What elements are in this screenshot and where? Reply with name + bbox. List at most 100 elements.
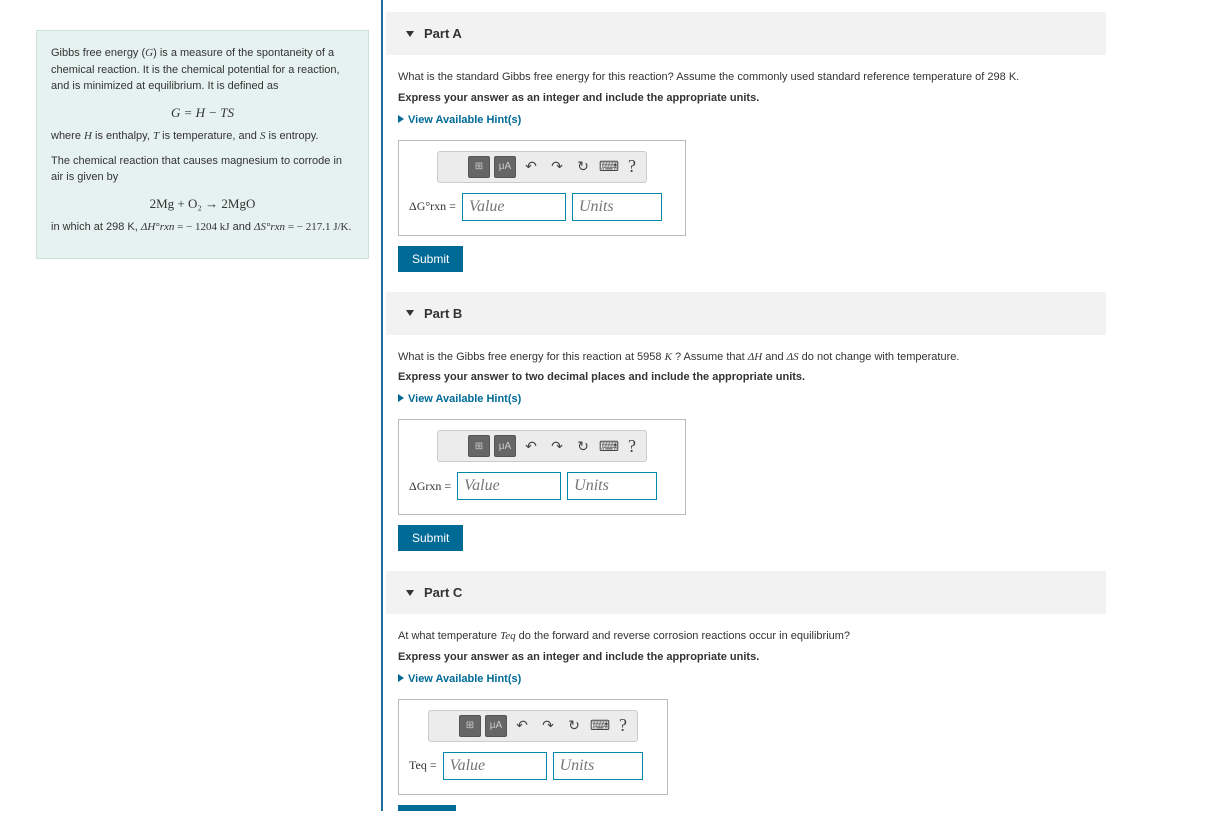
redo-icon[interactable]: ↷	[537, 715, 559, 737]
redo-icon[interactable]: ↷	[546, 435, 568, 457]
part-a-value-input[interactable]	[462, 193, 566, 221]
template-icon[interactable]: ⊞	[459, 715, 481, 737]
text: do the forward and reverse corrosion rea…	[516, 630, 850, 642]
template-icon[interactable]: ⊞	[468, 435, 490, 457]
part-c-answer-row: Teq =	[409, 752, 657, 780]
values-text: in which at 298 K, ΔH°rxn = − 1204 kJ an…	[51, 219, 354, 236]
part-a-question: What is the standard Gibbs free energy f…	[398, 69, 1094, 86]
info-panel: Gibbs free energy (G) is a measure of th…	[36, 30, 369, 259]
symbols-icon[interactable]: μA	[494, 156, 516, 178]
part-a-answer-row: ΔG°rxn =	[409, 193, 675, 221]
template-icon[interactable]: ⊞	[468, 156, 490, 178]
undo-icon[interactable]: ↶	[520, 156, 542, 178]
part-b-answer-box: ⊞ μA ↶ ↷ ↻ ⌨ ? ΔGrxn =	[398, 419, 686, 515]
symbols-icon[interactable]: μA	[485, 715, 507, 737]
part-b-units-input[interactable]	[567, 472, 657, 500]
part-a-submit-button[interactable]: Submit	[398, 246, 463, 272]
intro-text: Gibbs free energy (G) is a measure of th…	[51, 45, 354, 95]
gibbs-formula: G = H − TS	[51, 103, 354, 123]
part-a-title: Part A	[424, 26, 462, 41]
part-c-hints-toggle[interactable]: View Available Hint(s)	[398, 673, 1094, 685]
symbols-icon[interactable]: μA	[494, 435, 516, 457]
answer-toolbar: ⊞ μA ↶ ↷ ↻ ⌨ ?	[437, 151, 647, 183]
math-dS: ΔS	[787, 351, 799, 363]
help-icon[interactable]: ?	[615, 715, 631, 736]
part-a-units-input[interactable]	[572, 193, 662, 221]
chevron-right-icon	[398, 394, 404, 402]
part-c-answer-box: ⊞ μA ↶ ↷ ↻ ⌨ ? Teq =	[398, 699, 668, 795]
text: do not change with temperature.	[799, 351, 960, 363]
text: What is the Gibbs free energy for this r…	[398, 351, 665, 363]
partial-submit-bar	[398, 805, 456, 811]
chevron-down-icon	[406, 590, 414, 596]
keyboard-icon[interactable]: ⌨	[598, 156, 620, 178]
where-text: where H is enthalpy, T is temperature, a…	[51, 128, 354, 145]
reset-icon[interactable]: ↻	[572, 156, 594, 178]
answer-toolbar: ⊞ μA ↶ ↷ ↻ ⌨ ?	[437, 430, 647, 462]
part-b-body: What is the Gibbs free energy for this r…	[386, 349, 1106, 552]
part-c-body: At what temperature Teq do the forward a…	[386, 628, 1106, 811]
part-b-title: Part B	[424, 306, 462, 321]
reset-icon[interactable]: ↻	[572, 435, 594, 457]
math-Teq: Teq	[500, 630, 516, 642]
part-c-value-input[interactable]	[443, 752, 547, 780]
text: is enthalpy,	[92, 130, 153, 142]
part-c-instr: Express your answer as an integer and in…	[398, 651, 1094, 663]
main-content: Part A What is the standard Gibbs free e…	[386, 12, 1106, 831]
chevron-right-icon	[398, 115, 404, 123]
part-b-question: What is the Gibbs free energy for this r…	[398, 349, 1094, 366]
text: and	[230, 221, 254, 233]
text: At what temperature	[398, 630, 500, 642]
hints-label: View Available Hint(s)	[408, 114, 521, 126]
text: is temperature, and	[159, 130, 260, 142]
math-H: H	[84, 130, 92, 142]
part-b-value-input[interactable]	[457, 472, 561, 500]
part-a-body: What is the standard Gibbs free energy f…	[386, 69, 1106, 272]
text: in which at 298 K,	[51, 221, 141, 233]
part-c-question: At what temperature Teq do the forward a…	[398, 628, 1094, 645]
divider-line	[381, 0, 383, 811]
part-b-label: ΔGrxn =	[409, 479, 451, 494]
help-icon[interactable]: ?	[624, 436, 640, 457]
part-b-answer-row: ΔGrxn =	[409, 472, 675, 500]
dH-value: = − 1204 kJ	[174, 221, 229, 233]
chevron-down-icon	[406, 310, 414, 316]
part-b-submit-button[interactable]: Submit	[398, 525, 463, 551]
dS-value: = − 217.1 J/K.	[285, 221, 351, 233]
hints-label: View Available Hint(s)	[408, 393, 521, 405]
corrode-text: The chemical reaction that causes magnes…	[51, 153, 354, 186]
undo-icon[interactable]: ↶	[511, 715, 533, 737]
help-icon[interactable]: ?	[624, 156, 640, 177]
reaction-formula: 2Mg + O₂ → 2MgO	[51, 194, 354, 214]
chevron-right-icon	[398, 674, 404, 682]
text: where	[51, 130, 84, 142]
part-b-header[interactable]: Part B	[386, 292, 1106, 335]
part-b-hints-toggle[interactable]: View Available Hint(s)	[398, 393, 1094, 405]
reset-icon[interactable]: ↻	[563, 715, 585, 737]
part-a-hints-toggle[interactable]: View Available Hint(s)	[398, 114, 1094, 126]
hints-label: View Available Hint(s)	[408, 673, 521, 685]
math-K: K	[665, 351, 672, 363]
part-c-label: Teq =	[409, 758, 437, 773]
text: ? Assume that	[672, 351, 748, 363]
text: Gibbs free energy (	[51, 47, 145, 59]
math-dH: ΔH	[748, 351, 762, 363]
text: and	[762, 351, 786, 363]
keyboard-icon[interactable]: ⌨	[589, 715, 611, 737]
part-a-header[interactable]: Part A	[386, 12, 1106, 55]
math-dS: ΔS°rxn	[254, 221, 285, 233]
part-b-instr: Express your answer to two decimal place…	[398, 371, 1094, 383]
part-a-label: ΔG°rxn =	[409, 199, 456, 214]
part-c-units-input[interactable]	[553, 752, 643, 780]
part-a-answer-box: ⊞ μA ↶ ↷ ↻ ⌨ ? ΔG°rxn =	[398, 140, 686, 236]
math-G: G	[145, 47, 153, 59]
chevron-down-icon	[406, 31, 414, 37]
part-c-title: Part C	[424, 585, 462, 600]
redo-icon[interactable]: ↷	[546, 156, 568, 178]
text: is entropy.	[265, 130, 318, 142]
undo-icon[interactable]: ↶	[520, 435, 542, 457]
keyboard-icon[interactable]: ⌨	[598, 435, 620, 457]
answer-toolbar: ⊞ μA ↶ ↷ ↻ ⌨ ?	[428, 710, 638, 742]
part-a-instr: Express your answer as an integer and in…	[398, 92, 1094, 104]
part-c-header[interactable]: Part C	[386, 571, 1106, 614]
